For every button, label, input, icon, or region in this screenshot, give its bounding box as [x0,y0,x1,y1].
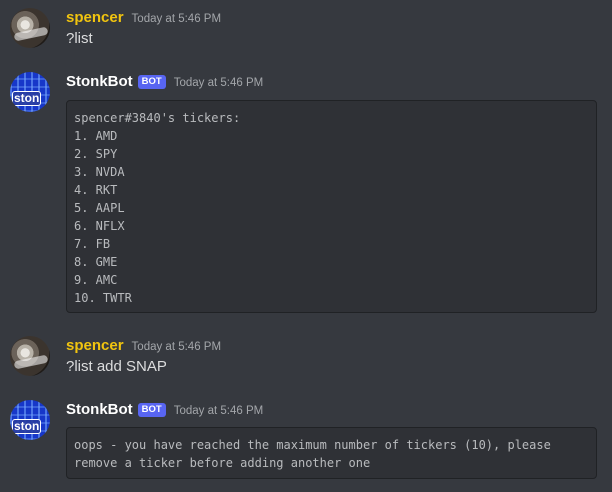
code-line: 9. AMC [74,273,118,287]
message-header: spencer Today at 5:46 PM [66,336,221,356]
code-line: 4. RKT [74,183,118,197]
message-header: StonkBot BOT Today at 5:46 PM [66,400,263,420]
username[interactable]: StonkBot [66,400,133,420]
username[interactable]: StonkBot [66,72,133,92]
code-line: 2. SPY [74,147,118,161]
code-line: 10. TWTR [74,291,132,305]
message-header: StonkBot BOT Today at 5:46 PM [66,72,263,92]
avatar-image-detail [13,354,49,370]
code-block: oops - you have reached the maximum numb… [66,427,597,479]
code-line: 1. AMD [74,129,118,143]
timestamp[interactable]: Today at 5:46 PM [132,13,222,25]
code-line: remove a ticker before adding another on… [74,456,371,470]
username[interactable]: spencer [66,8,124,28]
bot-tag: BOT [137,75,166,89]
code-line: 6. NFLX [74,219,125,233]
message-content: ?list [66,30,93,47]
avatar-logo-text: ston [12,419,42,434]
timestamp[interactable]: Today at 5:46 PM [174,405,264,417]
code-line: oops - you have reached the maximum numb… [74,438,551,452]
bot-tag: BOT [137,403,166,417]
timestamp[interactable]: Today at 5:46 PM [132,341,222,353]
code-block: spencer#3840's tickers: 1. AMD 2. SPY 3.… [66,100,597,313]
code-line: 7. FB [74,237,111,251]
code-line: spencer#3840's tickers: [74,111,241,125]
message-header: spencer Today at 5:46 PM [66,8,221,28]
avatar[interactable] [10,8,50,48]
message-content: ?list add SNAP [66,358,167,375]
code-line: 5. AAPL [74,201,125,215]
avatar[interactable]: ston [10,400,50,440]
timestamp[interactable]: Today at 5:46 PM [174,77,264,89]
code-line: 3. NVDA [74,165,125,179]
avatar[interactable]: ston [10,72,50,112]
username[interactable]: spencer [66,336,124,356]
avatar-logo-text: ston [12,91,42,106]
avatar-image-detail [13,26,49,42]
code-line: 8. GME [74,255,118,269]
avatar[interactable] [10,336,50,376]
